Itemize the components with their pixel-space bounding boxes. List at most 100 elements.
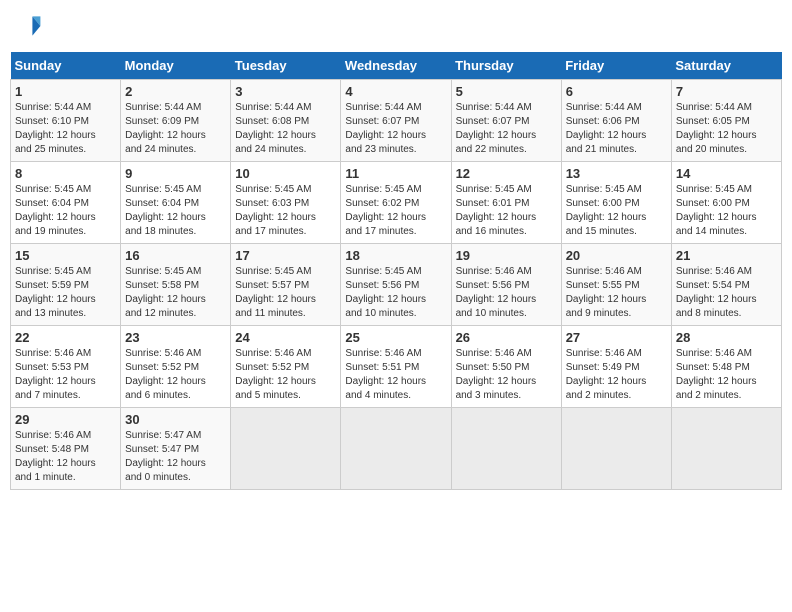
calendar-day-cell: 4 Sunrise: 5:44 AM Sunset: 6:07 PM Daylig… <box>341 80 451 162</box>
page-header <box>10 10 782 42</box>
day-info: Sunrise: 5:45 AM Sunset: 5:59 PM Dayligh… <box>15 265 116 321</box>
weekday-header-thursday: Thursday <box>451 52 561 80</box>
calendar-day-cell: 16 Sunrise: 5:45 AM Sunset: 5:58 PM Dayli… <box>121 244 231 326</box>
day-number: 25 <box>345 330 446 345</box>
calendar-day-cell: 26 Sunrise: 5:46 AM Sunset: 5:50 PM Dayli… <box>451 326 561 408</box>
calendar-day-cell: 19 Sunrise: 5:46 AM Sunset: 5:56 PM Dayli… <box>451 244 561 326</box>
weekday-header-row: SundayMondayTuesdayWednesdayThursdayFrid… <box>11 52 782 80</box>
day-number: 7 <box>676 84 777 99</box>
day-number: 29 <box>15 412 116 427</box>
day-number: 5 <box>456 84 557 99</box>
day-info: Sunrise: 5:46 AM Sunset: 5:56 PM Dayligh… <box>456 265 557 321</box>
calendar-day-cell: 15Sunrise: 5:45 AM Sunset: 5:59 PM Dayli… <box>11 244 121 326</box>
empty-cell <box>561 408 671 490</box>
day-info: Sunrise: 5:45 AM Sunset: 5:57 PM Dayligh… <box>235 265 336 321</box>
calendar-day-cell: 24 Sunrise: 5:46 AM Sunset: 5:52 PM Dayli… <box>231 326 341 408</box>
calendar-day-cell: 12 Sunrise: 5:45 AM Sunset: 6:01 PM Dayli… <box>451 162 561 244</box>
calendar-week-row: 22Sunrise: 5:46 AM Sunset: 5:53 PM Dayli… <box>11 326 782 408</box>
weekday-header-monday: Monday <box>121 52 231 80</box>
day-number: 16 <box>125 248 226 263</box>
day-info: Sunrise: 5:47 AM Sunset: 5:47 PM Dayligh… <box>125 429 226 485</box>
calendar-week-row: 29 Sunrise: 5:46 AM Sunset: 5:48 PM Dayli… <box>11 408 782 490</box>
calendar-day-cell: 11 Sunrise: 5:45 AM Sunset: 6:02 PM Dayli… <box>341 162 451 244</box>
day-number: 14 <box>676 166 777 181</box>
day-info: Sunrise: 5:46 AM Sunset: 5:49 PM Dayligh… <box>566 347 667 403</box>
calendar-day-cell: 7 Sunrise: 5:44 AM Sunset: 6:05 PM Daylig… <box>671 80 781 162</box>
day-info: Sunrise: 5:45 AM Sunset: 6:03 PM Dayligh… <box>235 183 336 239</box>
day-number: 13 <box>566 166 667 181</box>
day-number: 11 <box>345 166 446 181</box>
day-number: 2 <box>125 84 226 99</box>
day-info: Sunrise: 5:46 AM Sunset: 5:53 PM Dayligh… <box>15 347 116 403</box>
calendar-day-cell: 22Sunrise: 5:46 AM Sunset: 5:53 PM Dayli… <box>11 326 121 408</box>
day-number: 28 <box>676 330 777 345</box>
day-info: Sunrise: 5:44 AM Sunset: 6:07 PM Dayligh… <box>345 101 446 157</box>
day-info: Sunrise: 5:44 AM Sunset: 6:06 PM Dayligh… <box>566 101 667 157</box>
calendar-week-row: 1 Sunrise: 5:44 AM Sunset: 6:10 PM Daylig… <box>11 80 782 162</box>
day-info: Sunrise: 5:45 AM Sunset: 6:00 PM Dayligh… <box>566 183 667 239</box>
calendar-day-cell: 9 Sunrise: 5:45 AM Sunset: 6:04 PM Daylig… <box>121 162 231 244</box>
day-number: 23 <box>125 330 226 345</box>
calendar-day-cell: 13 Sunrise: 5:45 AM Sunset: 6:00 PM Dayli… <box>561 162 671 244</box>
weekday-header-tuesday: Tuesday <box>231 52 341 80</box>
day-info: Sunrise: 5:46 AM Sunset: 5:51 PM Dayligh… <box>345 347 446 403</box>
day-number: 6 <box>566 84 667 99</box>
day-info: Sunrise: 5:44 AM Sunset: 6:09 PM Dayligh… <box>125 101 226 157</box>
calendar-day-cell: 23 Sunrise: 5:46 AM Sunset: 5:52 PM Dayli… <box>121 326 231 408</box>
day-number: 24 <box>235 330 336 345</box>
calendar-day-cell: 18 Sunrise: 5:45 AM Sunset: 5:56 PM Dayli… <box>341 244 451 326</box>
weekday-header-wednesday: Wednesday <box>341 52 451 80</box>
day-number: 27 <box>566 330 667 345</box>
calendar-day-cell: 17 Sunrise: 5:45 AM Sunset: 5:57 PM Dayli… <box>231 244 341 326</box>
day-info: Sunrise: 5:45 AM Sunset: 5:58 PM Dayligh… <box>125 265 226 321</box>
calendar-day-cell: 27 Sunrise: 5:46 AM Sunset: 5:49 PM Dayli… <box>561 326 671 408</box>
day-number: 21 <box>676 248 777 263</box>
day-info: Sunrise: 5:45 AM Sunset: 5:56 PM Dayligh… <box>345 265 446 321</box>
day-info: Sunrise: 5:46 AM Sunset: 5:52 PM Dayligh… <box>235 347 336 403</box>
day-info: Sunrise: 5:46 AM Sunset: 5:55 PM Dayligh… <box>566 265 667 321</box>
calendar-day-cell: 10Sunrise: 5:45 AM Sunset: 6:03 PM Dayli… <box>231 162 341 244</box>
calendar-day-cell: 30 Sunrise: 5:47 AM Sunset: 5:47 PM Dayli… <box>121 408 231 490</box>
empty-cell <box>231 408 341 490</box>
day-number: 1 <box>15 84 116 99</box>
day-info: Sunrise: 5:44 AM Sunset: 6:10 PM Dayligh… <box>15 101 116 157</box>
day-info: Sunrise: 5:46 AM Sunset: 5:52 PM Dayligh… <box>125 347 226 403</box>
day-number: 12 <box>456 166 557 181</box>
day-info: Sunrise: 5:46 AM Sunset: 5:48 PM Dayligh… <box>15 429 116 485</box>
day-number: 18 <box>345 248 446 263</box>
calendar-week-row: 15Sunrise: 5:45 AM Sunset: 5:59 PM Dayli… <box>11 244 782 326</box>
calendar-day-cell: 21 Sunrise: 5:46 AM Sunset: 5:54 PM Dayli… <box>671 244 781 326</box>
calendar-day-cell: 5 Sunrise: 5:44 AM Sunset: 6:07 PM Daylig… <box>451 80 561 162</box>
weekday-header-sunday: Sunday <box>11 52 121 80</box>
calendar-day-cell: 14Sunrise: 5:45 AM Sunset: 6:00 PM Dayli… <box>671 162 781 244</box>
day-number: 26 <box>456 330 557 345</box>
calendar-day-cell: 25 Sunrise: 5:46 AM Sunset: 5:51 PM Dayli… <box>341 326 451 408</box>
day-info: Sunrise: 5:45 AM Sunset: 6:02 PM Dayligh… <box>345 183 446 239</box>
calendar-week-row: 8 Sunrise: 5:45 AM Sunset: 6:04 PM Daylig… <box>11 162 782 244</box>
day-number: 19 <box>456 248 557 263</box>
calendar-day-cell: 29 Sunrise: 5:46 AM Sunset: 5:48 PM Dayli… <box>11 408 121 490</box>
day-number: 4 <box>345 84 446 99</box>
calendar-day-cell: 6 Sunrise: 5:44 AM Sunset: 6:06 PM Daylig… <box>561 80 671 162</box>
day-info: Sunrise: 5:45 AM Sunset: 6:04 PM Dayligh… <box>125 183 226 239</box>
day-info: Sunrise: 5:44 AM Sunset: 6:05 PM Dayligh… <box>676 101 777 157</box>
empty-cell <box>341 408 451 490</box>
day-number: 8 <box>15 166 116 181</box>
day-info: Sunrise: 5:46 AM Sunset: 5:50 PM Dayligh… <box>456 347 557 403</box>
calendar-day-cell: 8Sunrise: 5:45 AM Sunset: 6:04 PM Daylig… <box>11 162 121 244</box>
empty-cell <box>671 408 781 490</box>
weekday-header-saturday: Saturday <box>671 52 781 80</box>
day-info: Sunrise: 5:46 AM Sunset: 5:54 PM Dayligh… <box>676 265 777 321</box>
day-info: Sunrise: 5:46 AM Sunset: 5:48 PM Dayligh… <box>676 347 777 403</box>
weekday-header-friday: Friday <box>561 52 671 80</box>
day-number: 30 <box>125 412 226 427</box>
day-number: 9 <box>125 166 226 181</box>
calendar-day-cell: 20 Sunrise: 5:46 AM Sunset: 5:55 PM Dayli… <box>561 244 671 326</box>
day-number: 17 <box>235 248 336 263</box>
day-number: 20 <box>566 248 667 263</box>
day-number: 3 <box>235 84 336 99</box>
day-info: Sunrise: 5:44 AM Sunset: 6:07 PM Dayligh… <box>456 101 557 157</box>
calendar-day-cell: 3Sunrise: 5:44 AM Sunset: 6:08 PM Daylig… <box>231 80 341 162</box>
calendar-day-cell: 1 Sunrise: 5:44 AM Sunset: 6:10 PM Daylig… <box>11 80 121 162</box>
day-info: Sunrise: 5:45 AM Sunset: 6:01 PM Dayligh… <box>456 183 557 239</box>
